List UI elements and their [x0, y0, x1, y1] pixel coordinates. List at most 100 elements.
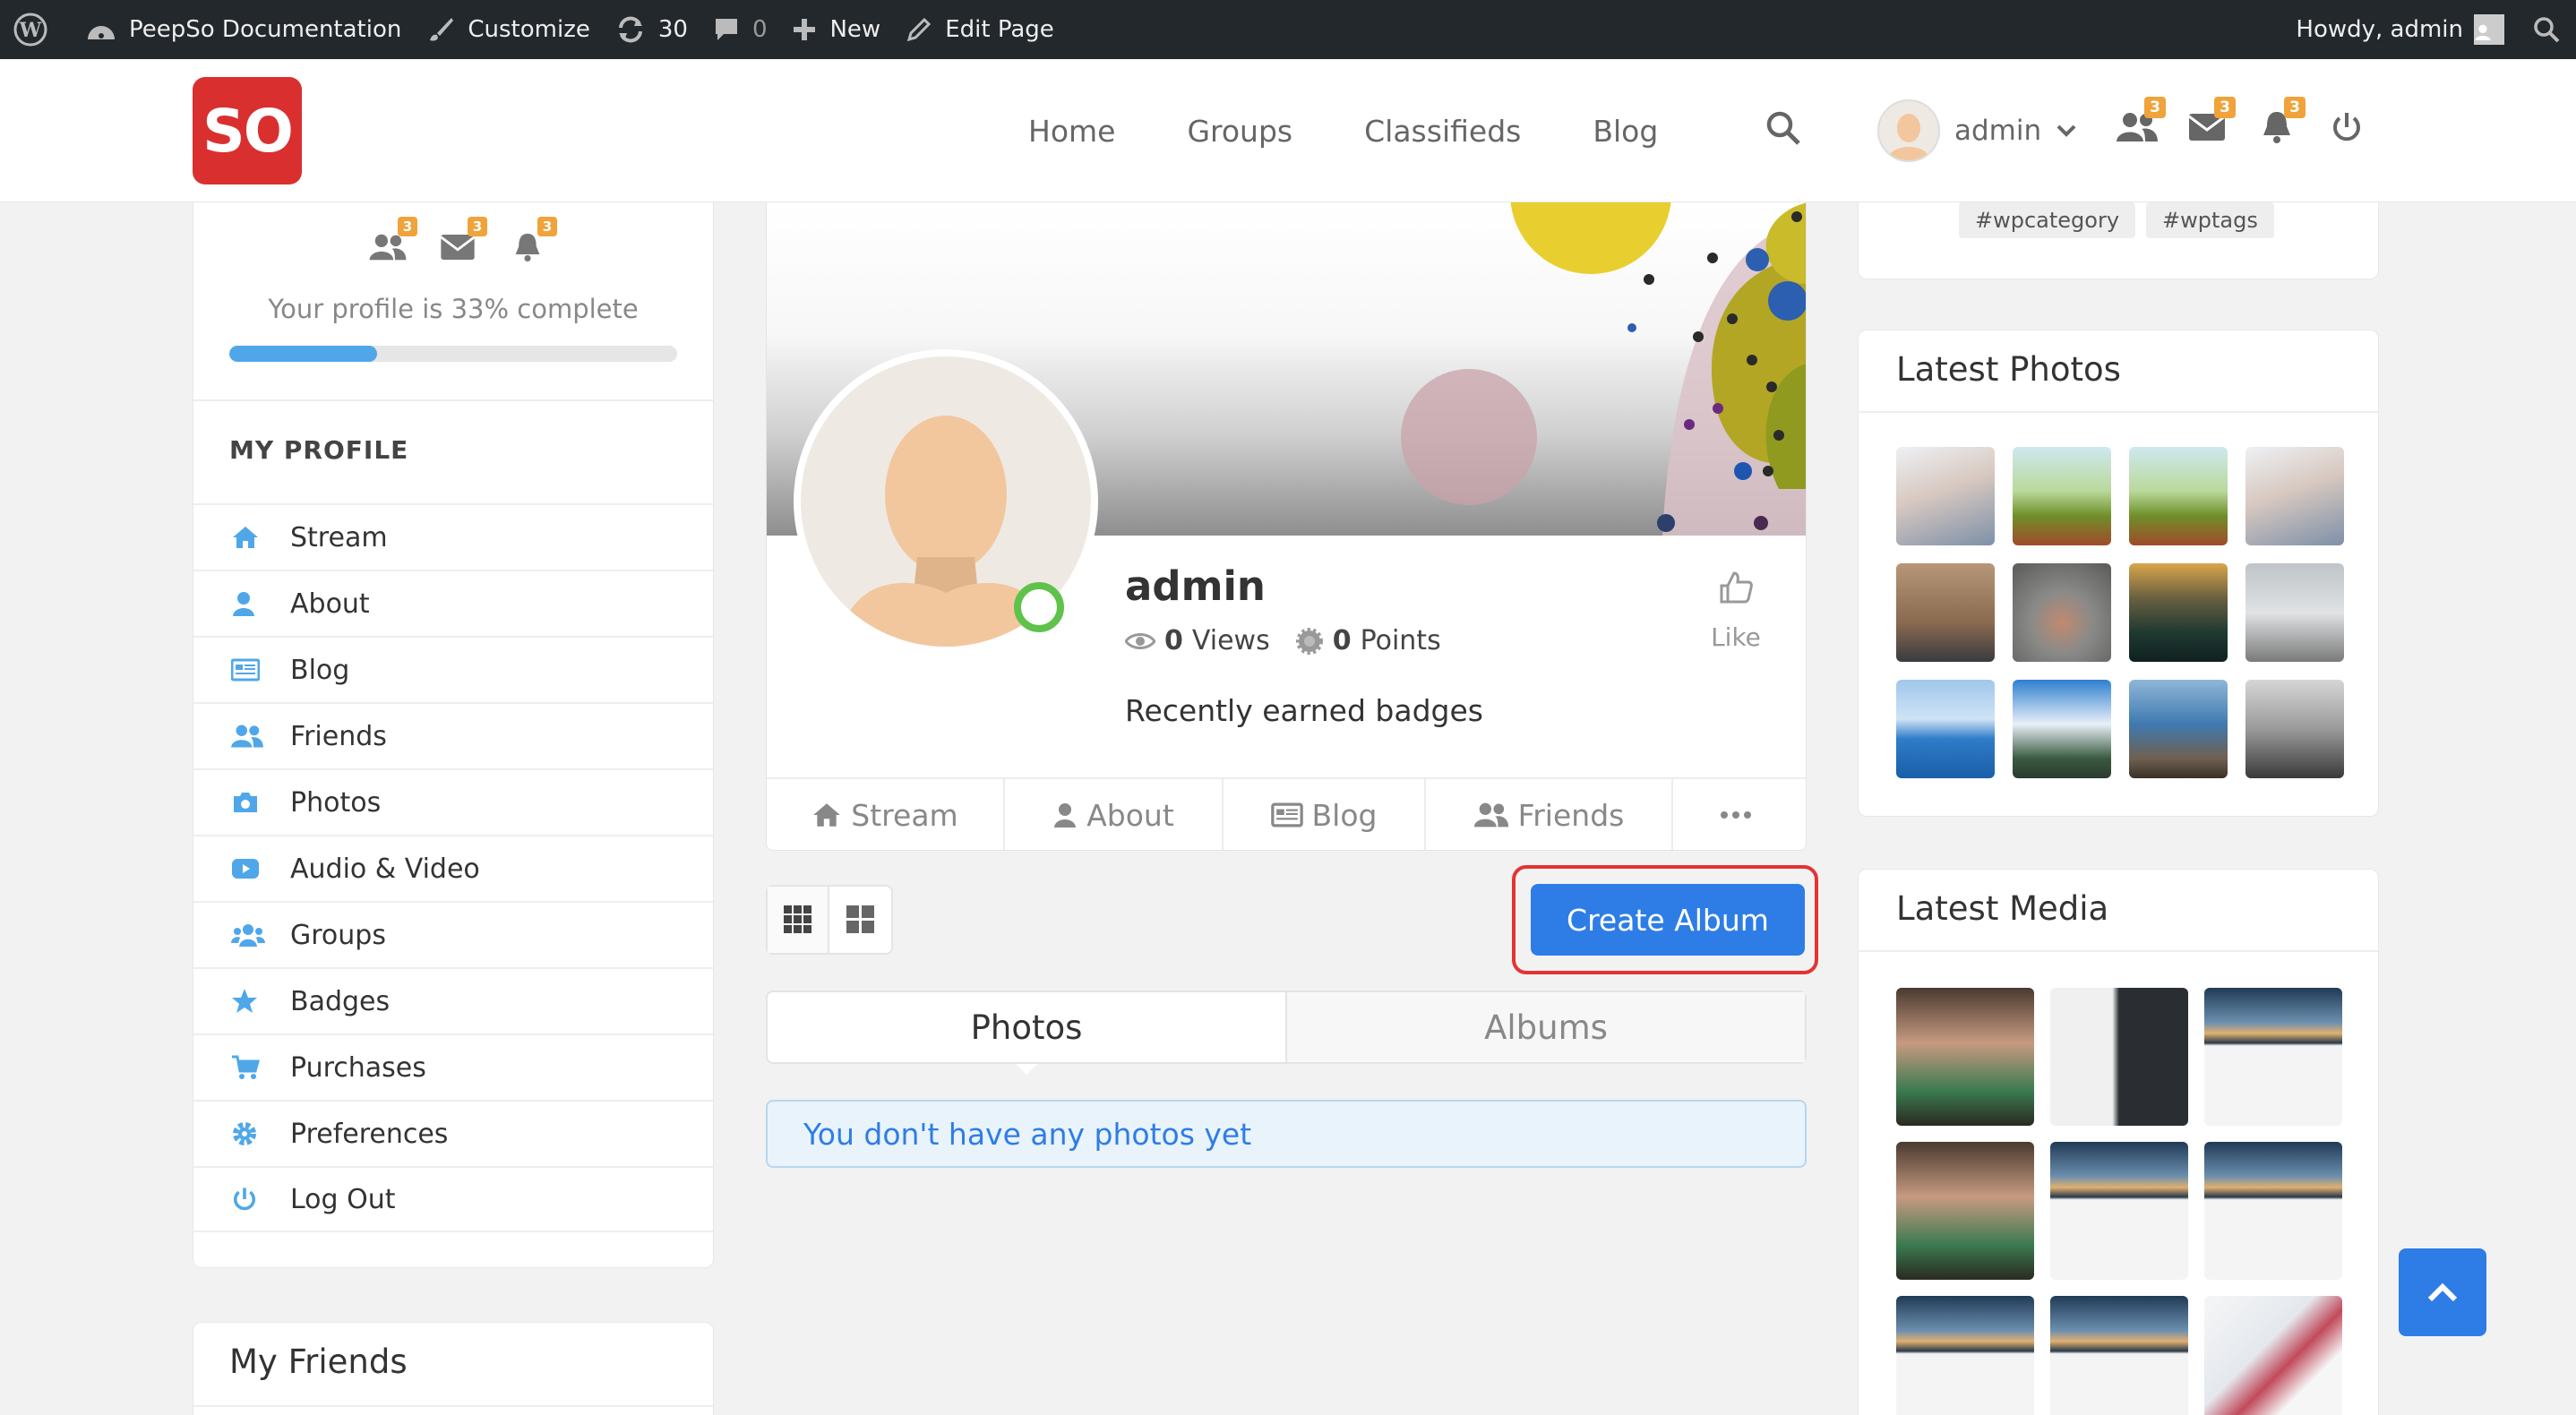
- large-grid-view-button[interactable]: [829, 887, 891, 953]
- peepso-logo[interactable]: SO: [193, 77, 302, 184]
- photo-thumbnail[interactable]: [2129, 680, 2228, 778]
- tab-about[interactable]: About: [1005, 779, 1224, 850]
- messages-notification-button[interactable]: 3: [2185, 97, 2236, 149]
- friends-notification-button[interactable]: 3: [2116, 97, 2166, 149]
- sidebar-item-about[interactable]: About: [193, 570, 713, 636]
- media-thumbnail[interactable]: [1896, 1142, 2034, 1280]
- sidebar-item-badges[interactable]: Badges: [193, 967, 713, 1033]
- sidebar-item-stream[interactable]: Stream: [193, 503, 713, 570]
- photo-thumbnail[interactable]: [1896, 447, 1995, 545]
- photo-thumbnail[interactable]: [2129, 563, 2228, 662]
- comments-link[interactable]: 0: [700, 0, 780, 59]
- my-friends-title: My Friends: [229, 1342, 408, 1381]
- cart-icon: [232, 1055, 260, 1079]
- sidebar-item-preferences[interactable]: Preferences: [193, 1100, 713, 1166]
- points-label: Points: [1360, 625, 1441, 656]
- sidebar-item-label: About: [290, 587, 370, 620]
- sidebar-item-label: Audio & Video: [290, 853, 480, 885]
- media-thumbnail[interactable]: [1896, 1296, 2034, 1415]
- media-thumbnail[interactable]: [2050, 1142, 2188, 1280]
- admin-avatar-small: [2474, 14, 2504, 45]
- nav-blog[interactable]: Blog: [1593, 114, 1658, 149]
- sidebar-item-blog[interactable]: Blog: [193, 636, 713, 702]
- search-icon: [1766, 111, 1800, 145]
- media-thumbnail[interactable]: [2204, 1296, 2342, 1415]
- tag-chip[interactable]: #wptags: [2146, 202, 2274, 238]
- friends-badge: 3: [398, 217, 417, 236]
- tab-blog[interactable]: Blog: [1224, 779, 1426, 850]
- sidebar-item-friends[interactable]: Friends: [193, 702, 713, 768]
- photo-thumbnail[interactable]: [2013, 563, 2111, 662]
- plus-icon: [794, 19, 816, 40]
- grid-small-icon: [783, 905, 811, 933]
- tab-photos[interactable]: Photos: [768, 992, 1285, 1075]
- photo-thumbnail[interactable]: [2129, 447, 2228, 545]
- tab-stream[interactable]: Stream: [767, 779, 1005, 850]
- profile-sidebar: 3 3 3 Your profile is 33% complete MY PR…: [193, 202, 714, 1268]
- edit-page-link[interactable]: Edit Page: [893, 0, 1067, 59]
- updates-link[interactable]: 30: [603, 0, 700, 59]
- sidebar-messages-button[interactable]: 3: [435, 217, 487, 265]
- new-content-link[interactable]: New: [779, 0, 893, 59]
- views-stat: 0 Views: [1125, 625, 1270, 656]
- user-menu[interactable]: admin: [1877, 99, 2077, 163]
- comment-icon: [715, 19, 737, 40]
- sidebar-item-purchases[interactable]: Purchases: [193, 1033, 713, 1100]
- sidebar-item-label: Purchases: [290, 1051, 426, 1084]
- small-grid-view-button[interactable]: [768, 887, 830, 953]
- media-thumbnail[interactable]: [2204, 1142, 2342, 1280]
- like-button[interactable]: Like: [1700, 570, 1772, 652]
- photo-thumbnail[interactable]: [1896, 680, 1995, 778]
- divider: [193, 399, 713, 401]
- like-label: Like: [1711, 622, 1761, 652]
- wordpress-logo-button[interactable]: W: [0, 0, 73, 59]
- nav-classifieds[interactable]: Classifieds: [1364, 114, 1521, 149]
- create-album-button[interactable]: Create Album: [1531, 884, 1805, 956]
- photo-thumbnail[interactable]: [2013, 680, 2111, 778]
- tab-label: Friends: [1517, 797, 1625, 833]
- photo-thumbnail[interactable]: [2245, 447, 2344, 545]
- photo-thumbnail[interactable]: [2245, 680, 2344, 778]
- tag-chip[interactable]: #wpcategory: [1959, 202, 2136, 238]
- site-name-link[interactable]: PeepSo Documentation: [73, 0, 414, 59]
- points-count: 0: [1332, 625, 1352, 656]
- media-thumbnail[interactable]: [2050, 988, 2188, 1126]
- media-thumbnail[interactable]: [2050, 1296, 2188, 1415]
- views-label: Views: [1191, 625, 1270, 656]
- more-tabs-button[interactable]: [1673, 779, 1806, 850]
- seal-badge-icon: [1295, 627, 1323, 655]
- pencil-icon: [907, 17, 932, 42]
- photo-thumbnail[interactable]: [1896, 563, 1995, 662]
- dashboard-icon: [88, 26, 115, 39]
- media-thumbnail[interactable]: [1896, 988, 2034, 1126]
- photo-thumbnail[interactable]: [2245, 563, 2344, 662]
- media-thumbnail[interactable]: [2204, 988, 2342, 1126]
- sidebar-notifications-button[interactable]: 3: [505, 217, 557, 265]
- header-search-button[interactable]: [1765, 109, 1802, 150]
- sidebar-item-logout[interactable]: Log Out: [193, 1166, 713, 1232]
- adminbar-search-button[interactable]: [2517, 16, 2576, 43]
- sidebar-item-groups[interactable]: Groups: [193, 901, 713, 967]
- nav-home[interactable]: Home: [1028, 114, 1115, 149]
- tab-friends[interactable]: Friends: [1426, 779, 1673, 850]
- profile-menu: Stream About Blog Friends Photos Audio &…: [193, 503, 713, 1232]
- online-status-indicator: [1014, 582, 1064, 632]
- sidebar-item-photos[interactable]: Photos: [193, 768, 713, 835]
- svg-text:W: W: [19, 19, 42, 42]
- profile-name: admin: [1125, 562, 1266, 610]
- wp-admin-bar: W PeepSo Documentation Customize 30 0 Ne…: [0, 0, 2576, 59]
- sidebar-friends-button[interactable]: 3: [365, 217, 417, 265]
- sidebar-item-label: Blog: [290, 654, 350, 686]
- my-account-link[interactable]: Howdy, admin: [2283, 0, 2517, 59]
- sidebar-item-label: Preferences: [290, 1118, 449, 1150]
- notifications-badge: 3: [537, 217, 557, 236]
- notifications-button[interactable]: 3: [2255, 97, 2306, 149]
- nav-groups[interactable]: Groups: [1187, 114, 1292, 149]
- tab-albums[interactable]: Albums: [1285, 992, 1805, 1062]
- sidebar-item-audio-video[interactable]: Audio & Video: [193, 835, 713, 901]
- latest-media-title: Latest Media: [1896, 889, 2109, 928]
- customize-link[interactable]: Customize: [414, 0, 602, 59]
- photo-thumbnail[interactable]: [2013, 447, 2111, 545]
- scroll-to-top-button[interactable]: [2399, 1248, 2486, 1336]
- logout-button[interactable]: [2325, 106, 2368, 149]
